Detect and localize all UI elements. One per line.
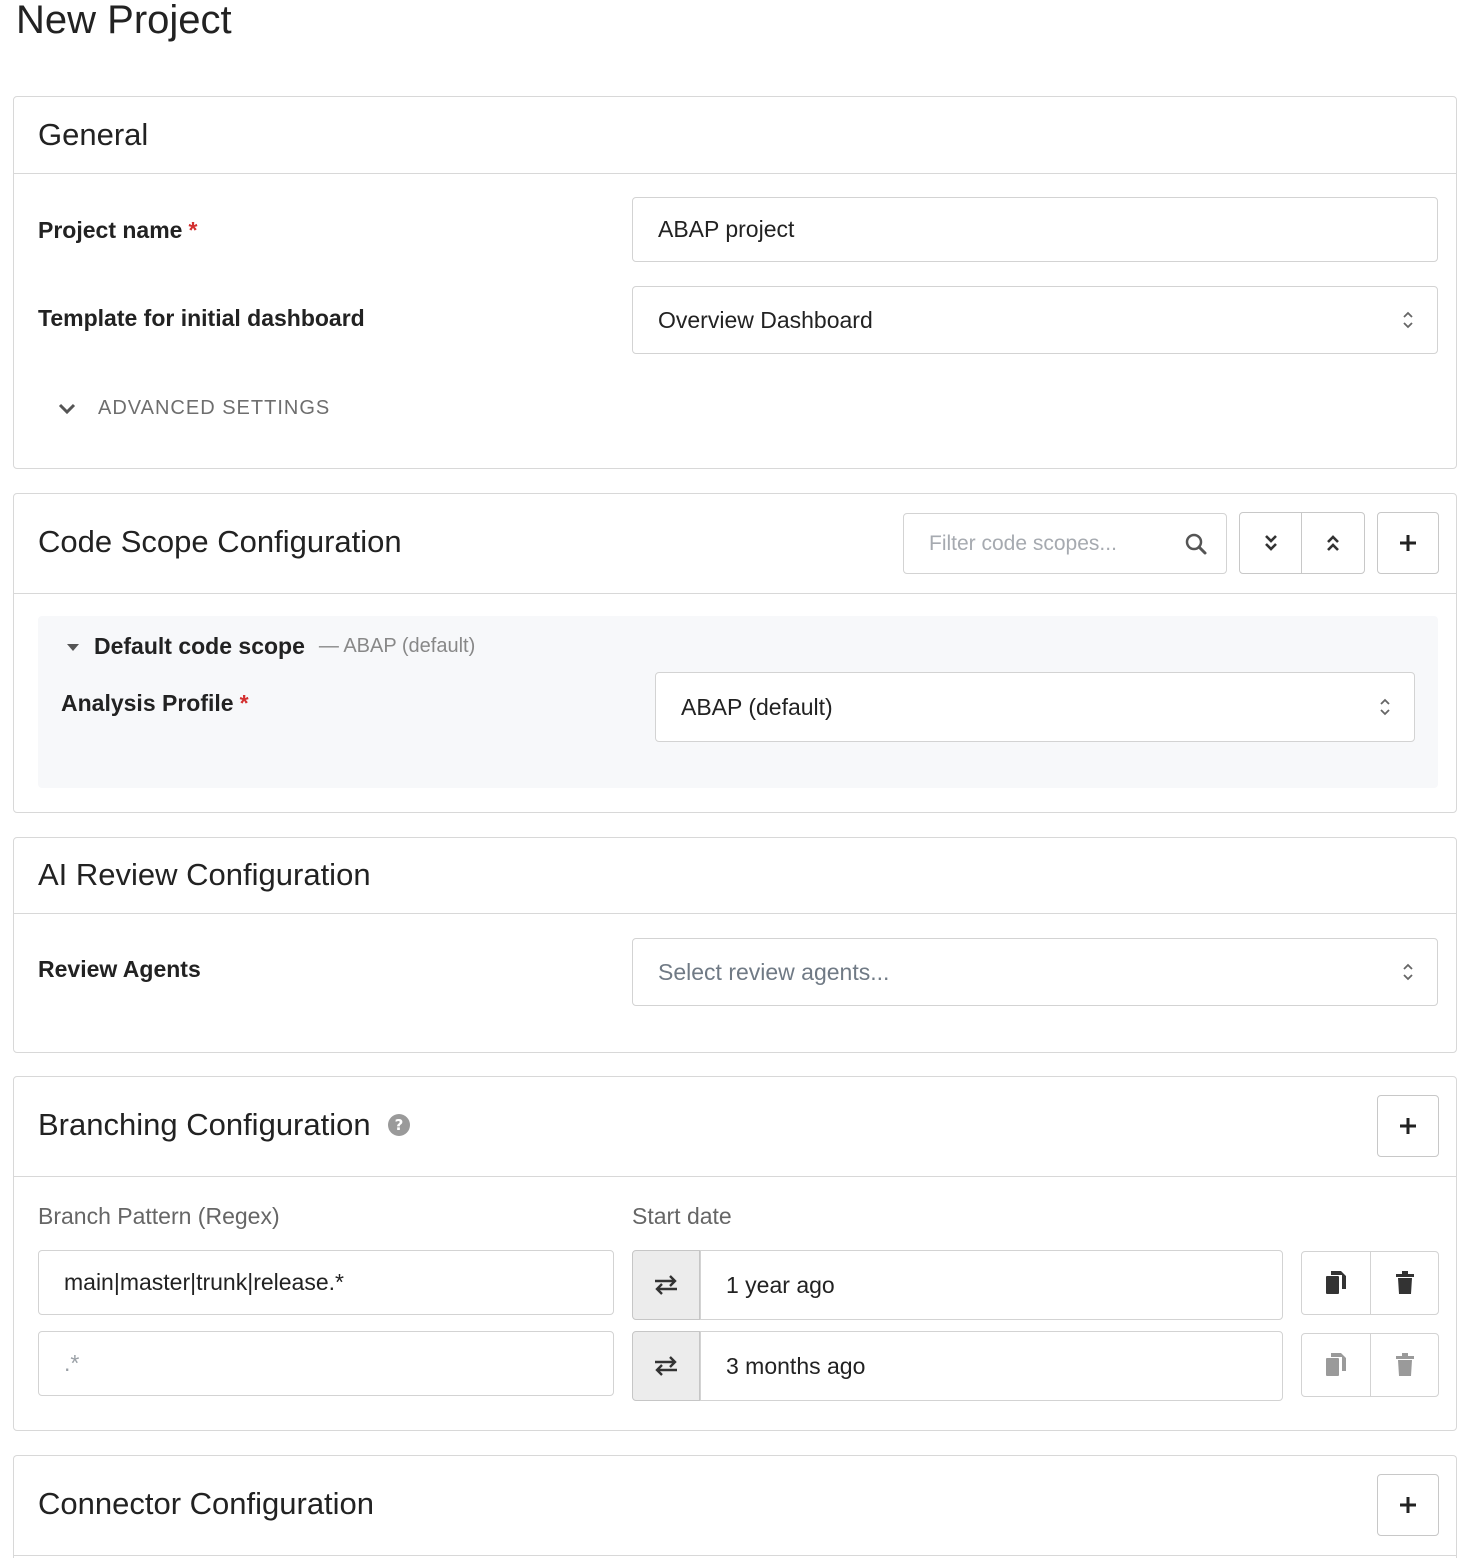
general-title: General <box>38 117 149 152</box>
required-mark: * <box>188 217 198 243</box>
delete-branch-button[interactable] <box>1370 1252 1438 1314</box>
start-date-input[interactable]: 1 year ago <box>700 1250 1283 1320</box>
required-mark: * <box>239 690 249 716</box>
help-icon[interactable]: ? <box>387 1113 411 1137</box>
add-code-scope-button[interactable] <box>1377 512 1439 574</box>
swap-date-mode-button[interactable] <box>632 1331 700 1401</box>
swap-date-mode-button[interactable] <box>632 1250 700 1320</box>
review-agents-placeholder: Select review agents... <box>658 958 890 985</box>
branch-row-actions <box>1301 1333 1439 1397</box>
connector-header: Connector Configuration <box>14 1456 1456 1556</box>
chevron-down-icon <box>58 403 76 414</box>
code-scope-meta: — ABAP (default) <box>318 635 476 657</box>
plus-icon <box>1400 1497 1416 1513</box>
ai-review-title: AI Review Configuration <box>38 857 371 892</box>
copy-branch-button[interactable] <box>1302 1334 1370 1396</box>
branching-title-wrap: Branching Configuration ? <box>38 1107 411 1143</box>
start-date-header: Start date <box>632 1203 732 1229</box>
project-name-label-text: Project name <box>38 217 183 243</box>
expand-all-button[interactable] <box>1240 513 1302 573</box>
review-agents-select[interactable]: Select review agents... <box>632 938 1438 1006</box>
project-name-input[interactable]: ABAP project <box>632 197 1438 262</box>
branch-pattern-header: Branch Pattern (Regex) <box>38 1203 280 1229</box>
expand-collapse-group <box>1239 512 1365 574</box>
add-branch-button[interactable] <box>1377 1095 1439 1157</box>
plus-icon <box>1400 1118 1416 1134</box>
double-chevron-up-icon <box>1327 535 1339 551</box>
trash-icon <box>1395 1353 1414 1376</box>
copy-icon <box>1326 1271 1346 1294</box>
ai-review-header: AI Review Configuration <box>14 838 1456 914</box>
copy-icon <box>1326 1353 1346 1376</box>
general-header: General <box>14 97 1456 174</box>
filter-code-scopes-input[interactable]: Filter code scopes... <box>903 513 1227 574</box>
branching-header: Branching Configuration ? <box>14 1077 1456 1177</box>
delete-branch-button[interactable] <box>1370 1334 1438 1396</box>
advanced-settings-toggle[interactable]: ADVANCED SETTINGS <box>58 397 330 420</box>
template-select[interactable]: Overview Dashboard <box>632 286 1438 354</box>
template-label: Template for initial dashboard <box>38 305 365 331</box>
analysis-profile-label: Analysis Profile * <box>61 690 249 717</box>
caret-down-icon <box>67 643 79 651</box>
trash-icon <box>1395 1271 1414 1294</box>
swap-arrows-icon <box>655 1356 677 1376</box>
select-arrows-icon <box>1403 963 1413 981</box>
code-scope-name: Default code scope <box>94 633 305 659</box>
branch-pattern-input[interactable]: .* <box>38 1331 614 1396</box>
search-icon <box>1185 533 1207 555</box>
start-date-input[interactable]: 3 months ago <box>700 1331 1283 1401</box>
template-value: Overview Dashboard <box>658 306 873 333</box>
review-agents-label: Review Agents <box>38 956 201 982</box>
default-code-scope: Default code scope — ABAP (default) Anal… <box>38 616 1438 788</box>
filter-placeholder: Filter code scopes... <box>929 531 1117 555</box>
connector-title: Connector Configuration <box>38 1486 375 1521</box>
code-scope-panel: Code Scope Configuration Filter code sco… <box>13 493 1457 813</box>
branch-pattern-value: main|master|trunk|release.* <box>64 1269 344 1295</box>
advanced-settings-label: ADVANCED SETTINGS <box>98 397 331 419</box>
code-scope-title: Code Scope Configuration <box>38 524 402 559</box>
project-name-value: ABAP project <box>658 216 795 242</box>
plus-icon <box>1400 535 1416 551</box>
collapse-all-button[interactable] <box>1302 513 1364 573</box>
analysis-profile-value: ABAP (default) <box>681 693 833 720</box>
copy-branch-button[interactable] <box>1302 1252 1370 1314</box>
code-scope-header: Code Scope Configuration Filter code sco… <box>14 494 1456 594</box>
branching-panel: Branching Configuration ? Branch Pattern… <box>13 1076 1457 1431</box>
general-panel: General Project name * ABAP project Templ… <box>13 96 1457 469</box>
svg-text:?: ? <box>394 1116 403 1134</box>
branch-row-actions <box>1301 1251 1439 1315</box>
analysis-profile-label-text: Analysis Profile <box>61 690 234 716</box>
select-arrows-icon <box>1380 698 1390 716</box>
branching-title: Branching Configuration <box>38 1107 371 1142</box>
connector-panel: Connector Configuration <box>13 1455 1457 1558</box>
double-chevron-down-icon <box>1264 535 1277 551</box>
swap-arrows-icon <box>655 1275 677 1295</box>
ai-review-panel: AI Review Configuration Review Agents Se… <box>13 837 1457 1053</box>
project-name-label: Project name * <box>38 217 197 244</box>
branch-pattern-input[interactable]: main|master|trunk|release.* <box>38 1250 614 1315</box>
analysis-profile-select[interactable]: ABAP (default) <box>655 672 1415 742</box>
start-date-value: 1 year ago <box>726 1271 835 1298</box>
select-arrows-icon <box>1403 311 1413 329</box>
code-scope-toggle[interactable]: Default code scope — ABAP (default) <box>66 633 475 660</box>
start-date-value: 3 months ago <box>726 1352 866 1379</box>
branch-pattern-value: .* <box>64 1350 80 1376</box>
add-connector-button[interactable] <box>1377 1474 1439 1536</box>
page-title: New Project <box>16 0 232 42</box>
